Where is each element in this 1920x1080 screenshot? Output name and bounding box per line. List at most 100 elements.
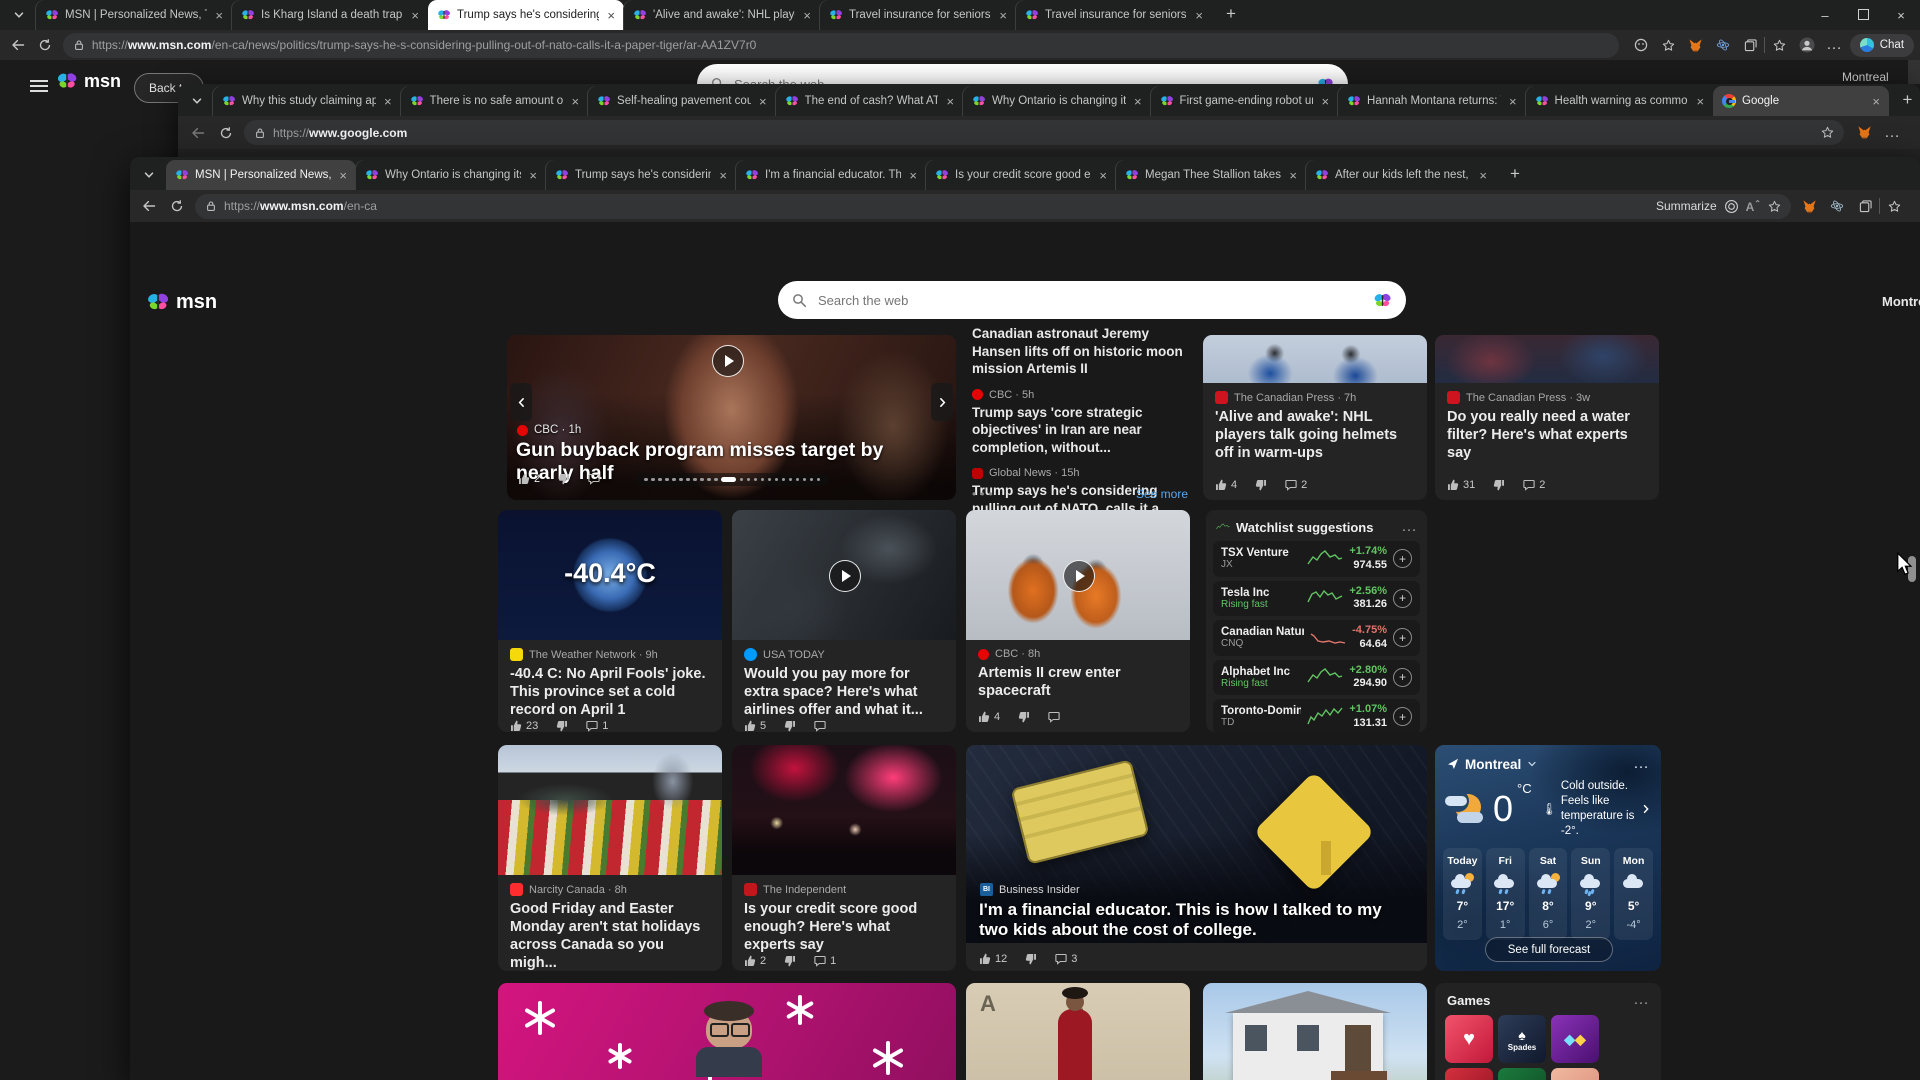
add-to-watchlist-button[interactable]: +: [1393, 549, 1412, 568]
tab-close-icon[interactable]: ×: [1872, 95, 1880, 108]
article-image[interactable]: BIBusiness Insider I'm a financial educa…: [966, 745, 1427, 943]
w2-new-tab-button[interactable]: +: [1895, 87, 1920, 113]
refresh-button[interactable]: [212, 119, 240, 147]
thumbs-up-icon[interactable]: [744, 955, 756, 967]
w1-scrollbar[interactable]: [1908, 60, 1920, 84]
play-icon[interactable]: [829, 560, 861, 592]
add-to-watchlist-button[interactable]: +: [1393, 628, 1412, 647]
thumbs-up-icon[interactable]: [978, 711, 990, 723]
thumbs-down-icon[interactable]: [1255, 479, 1267, 491]
watchlist-row-tsx-venture[interactable]: TSX VentureJX +1.74%974.55 +: [1213, 541, 1420, 577]
forecast-day[interactable]: Sun9°2°: [1571, 848, 1610, 940]
tab-close-icon[interactable]: ×: [1099, 169, 1107, 182]
w2-tab-7[interactable]: Health warning as common painki×: [1526, 86, 1714, 116]
msn-home-logo[interactable]: msn: [146, 290, 217, 314]
extension-atom-icon[interactable]: [1710, 31, 1737, 59]
more-options-icon[interactable]: …: [1633, 991, 1649, 1009]
w2-tab-1[interactable]: There is no safe amount of proces×: [401, 86, 589, 116]
w3-address-bar[interactable]: https://www.msn.com/en-ca Summarize A⌃: [195, 194, 1791, 219]
more-options-icon[interactable]: …: [1401, 518, 1417, 536]
article-image[interactable]: [498, 745, 722, 875]
w1-tab-3[interactable]: 'Alive and awake': NHL players tal×: [624, 0, 820, 30]
chevron-right-icon[interactable]: [1641, 804, 1651, 814]
tab-close-icon[interactable]: ×: [1696, 95, 1704, 108]
news-card-cold-record[interactable]: -40.4°C The Weather Network · 9h -40.4 C…: [498, 510, 722, 732]
hero-source[interactable]: CBC · 1h: [517, 424, 581, 436]
thumbs-down-icon[interactable]: [1025, 953, 1037, 965]
refresh-button[interactable]: [163, 192, 191, 220]
tab-close-icon[interactable]: ×: [384, 95, 392, 108]
thumbs-up-icon[interactable]: [744, 720, 756, 732]
thumbs-up-icon[interactable]: [979, 953, 991, 965]
favorite-star-icon[interactable]: [1821, 126, 1834, 139]
game-tile-hearts[interactable]: ♥: [1445, 1015, 1493, 1063]
tab-close-icon[interactable]: ×: [1509, 95, 1517, 108]
article-title[interactable]: Good Friday and Easter Monday aren't sta…: [510, 901, 710, 971]
extension-atom-icon[interactable]: [1823, 192, 1851, 220]
forecast-day[interactable]: Today7°2°: [1443, 848, 1482, 940]
hero-carousel-dots[interactable]: [635, 473, 829, 486]
minimize-button[interactable]: –: [1806, 8, 1844, 23]
more-options-icon[interactable]: …: [1633, 755, 1649, 773]
news-card-water-filter[interactable]: The Canadian Press · 3w Do you really ne…: [1435, 335, 1659, 500]
thumbs-up-icon[interactable]: [518, 473, 530, 485]
w2-tab-3[interactable]: The end of cash? What ATMs tell u×: [776, 86, 964, 116]
tab-close-icon[interactable]: ×: [803, 9, 811, 22]
comment-icon[interactable]: [586, 720, 598, 732]
article-image[interactable]: [1203, 335, 1427, 383]
article-image[interactable]: [1435, 335, 1659, 383]
headline-pager-dots[interactable]: •••: [972, 487, 997, 501]
tab-close-icon[interactable]: ×: [339, 169, 347, 182]
close-button[interactable]: ×: [1882, 8, 1920, 23]
thumbs-down-icon[interactable]: [784, 955, 796, 967]
summarize-label[interactable]: Summarize: [1656, 199, 1717, 213]
article-title[interactable]: Artemis II crew enter spacecraft: [978, 665, 1178, 701]
back-button[interactable]: [135, 192, 163, 220]
article-image[interactable]: [732, 510, 956, 640]
tab-close-icon[interactable]: ×: [529, 169, 537, 182]
hero-image[interactable]: CBC · 1h Gun buyback program misses targ…: [507, 335, 956, 500]
article-title[interactable]: Would you pay more for extra space? Here…: [744, 666, 944, 720]
read-aloud-icon[interactable]: A⌃: [1746, 199, 1761, 214]
tab-close-icon[interactable]: ×: [719, 169, 727, 182]
tab-close-icon[interactable]: ×: [759, 95, 767, 108]
tab-close-icon[interactable]: ×: [1195, 9, 1203, 22]
article-title[interactable]: Do you really need a water filter? Here'…: [1447, 409, 1647, 463]
profile-avatar[interactable]: [1793, 31, 1820, 59]
see-full-forecast-button[interactable]: See full forecast: [1485, 937, 1613, 962]
copilot-icon[interactable]: [1724, 199, 1739, 214]
w1-address-bar[interactable]: https://www.msn.com/en-ca/news/politics/…: [63, 33, 1619, 58]
carousel-next-button[interactable]: [931, 383, 953, 421]
weather-widget[interactable]: Montreal … 0 °C 🌡 Cold outside. Feels li…: [1435, 745, 1661, 971]
search-input[interactable]: [816, 292, 1364, 309]
thumbs-up-icon[interactable]: [1215, 479, 1227, 491]
tab-close-icon[interactable]: ×: [411, 9, 419, 22]
w2-tab-0[interactable]: Why this study claiming apple cid×: [213, 86, 401, 116]
favorites-bar-icon[interactable]: [1880, 192, 1908, 220]
news-card-hockey[interactable]: The Canadian Press · 7h 'Alive and awake…: [1203, 335, 1427, 500]
watchlist-row-tesla[interactable]: Tesla IncRising fast +2.56%381.26 +: [1213, 581, 1420, 617]
headline-item-title[interactable]: Canadian astronaut Jeremy Hansen lifts o…: [972, 325, 1188, 378]
w1-tab-0[interactable]: MSN | Personalized News, Top Hea×: [36, 0, 232, 30]
refresh-button[interactable]: [31, 31, 58, 59]
add-to-watchlist-button[interactable]: +: [1393, 707, 1412, 726]
metamask-extension-icon[interactable]: [1850, 119, 1878, 147]
tab-close-icon[interactable]: ×: [1134, 95, 1142, 108]
favorites-bar-icon[interactable]: [1765, 31, 1792, 59]
tab-close-icon[interactable]: ×: [215, 9, 223, 22]
msn-search-bar[interactable]: [778, 281, 1406, 319]
article-image[interactable]: [498, 983, 956, 1080]
headline-source[interactable]: CBC · 5h: [989, 389, 1034, 401]
thumbs-down-icon[interactable]: [558, 473, 570, 485]
back-button[interactable]: [184, 119, 212, 147]
w3-tab-0-active[interactable]: MSN | Personalized News, Top Hea×: [166, 160, 356, 190]
w3-tab-2[interactable]: Trump says he's considering pullin×: [546, 160, 736, 190]
carousel-prev-button[interactable]: [510, 383, 532, 421]
maximize-button[interactable]: [1844, 8, 1882, 23]
favorite-star-icon[interactable]: [1655, 31, 1682, 59]
w2-tab-4[interactable]: Why Ontario is changing its rules×: [963, 86, 1151, 116]
thumbs-up-icon[interactable]: [1447, 479, 1459, 491]
home-weather-location[interactable]: Montreal: [1882, 294, 1920, 309]
comment-icon[interactable]: [814, 720, 826, 732]
game-tile-spades[interactable]: ♠Spades: [1498, 1015, 1546, 1063]
